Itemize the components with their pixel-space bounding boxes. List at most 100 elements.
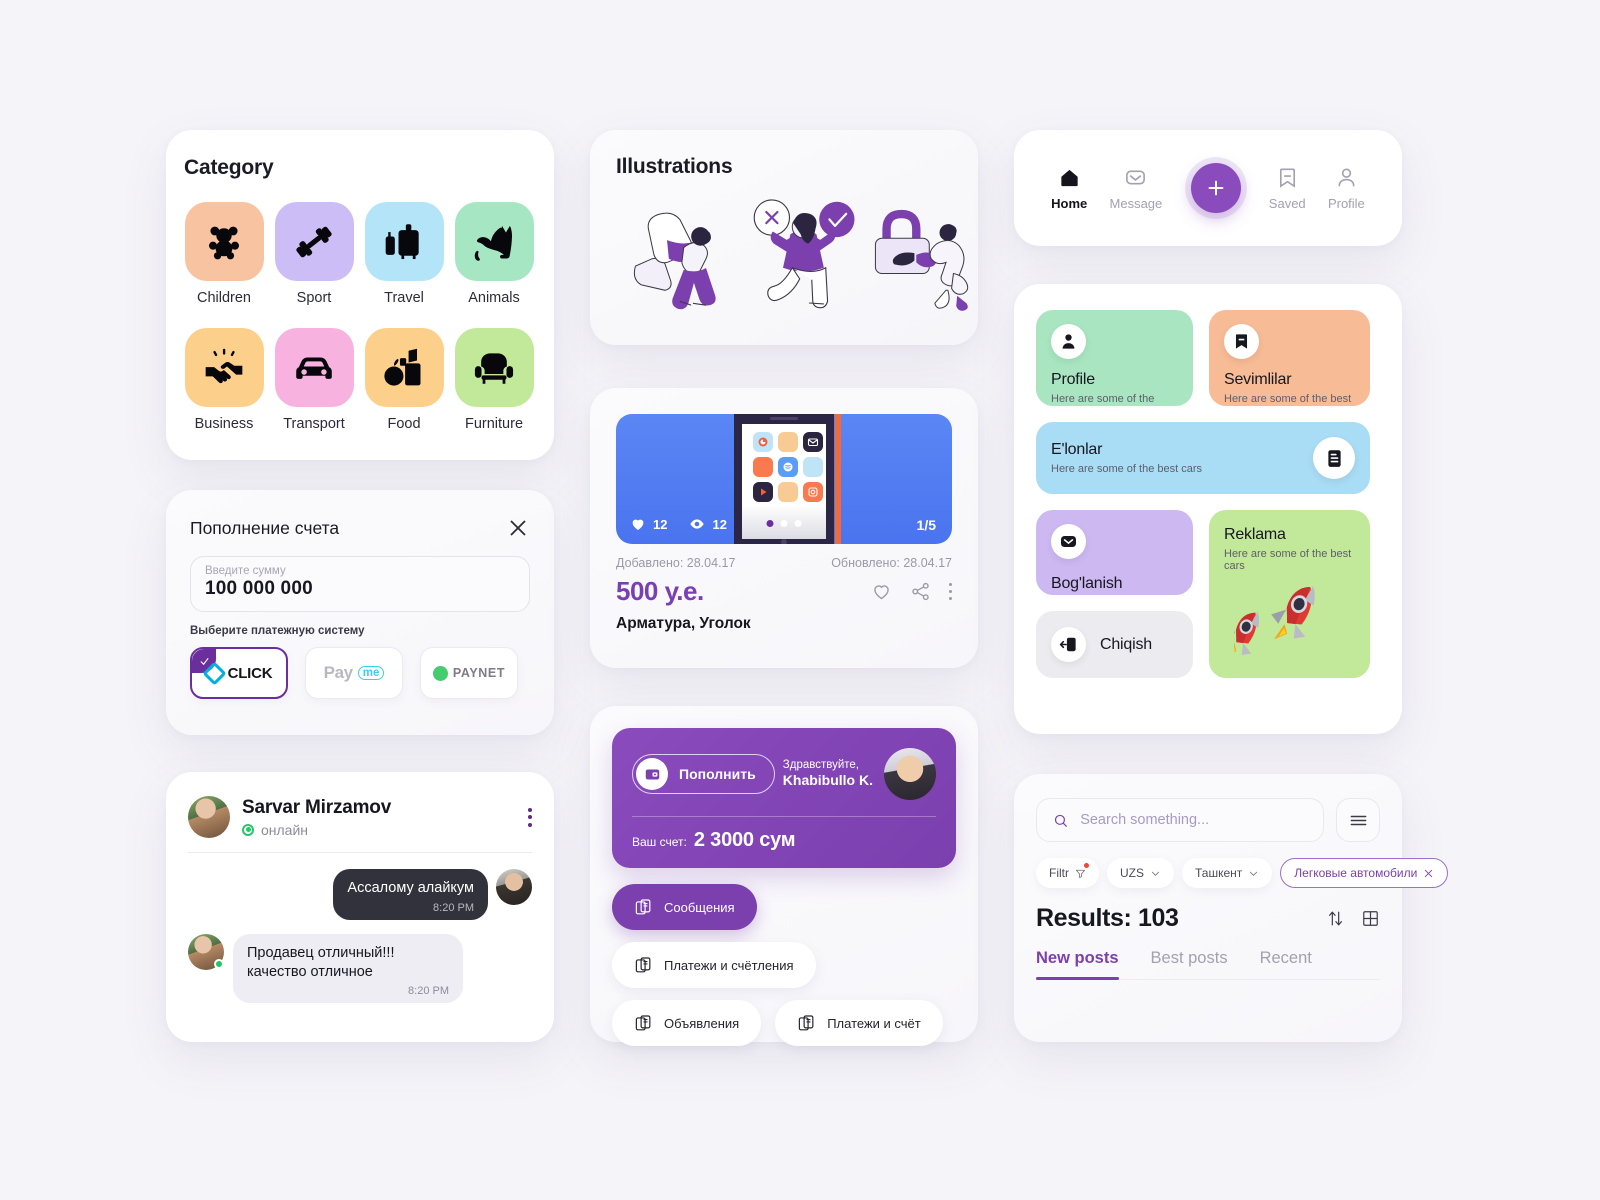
- tile-text-block: E'lonlar Here are some of the best cars: [1051, 441, 1202, 475]
- listing-title: Арматура, Уголок: [616, 615, 751, 632]
- category-item-animals[interactable]: Animals: [454, 202, 534, 306]
- tab-best-posts[interactable]: Best posts: [1151, 949, 1228, 979]
- menu-tile-favorites[interactable]: Sevimlilar Here are some of the best car…: [1209, 310, 1370, 406]
- online-indicator: [214, 959, 224, 970]
- cat-icon: [474, 225, 513, 261]
- wallet-action-ads[interactable]: Объявления: [612, 1000, 762, 1046]
- chip-filtr[interactable]: Filtr: [1036, 858, 1099, 888]
- topup-button[interactable]: Пополнить: [632, 754, 775, 794]
- close-icon: [510, 520, 526, 536]
- category-tile: [454, 328, 534, 407]
- category-tile: [274, 202, 354, 281]
- category-item-food[interactable]: Food: [364, 328, 444, 432]
- tab-recent[interactable]: Recent: [1260, 949, 1312, 979]
- category-item-sport[interactable]: Sport: [274, 202, 354, 306]
- topup-button-label: Пополнить: [679, 766, 756, 782]
- payment-option-payme[interactable]: Pay me: [305, 647, 403, 699]
- chip-city[interactable]: Ташкент: [1182, 858, 1273, 888]
- message-bubble: Продавец отличный!!! качество отличное 8…: [233, 934, 463, 1004]
- payment-systems-hint: Выберите платежную систему: [190, 625, 365, 637]
- tile-title: Reklama: [1224, 526, 1286, 543]
- wallet-action-payments-accounts[interactable]: Платежи и счётления: [612, 942, 816, 988]
- nav-item-profile[interactable]: Profile: [1328, 166, 1365, 211]
- category-item-business[interactable]: Business: [184, 328, 264, 432]
- payment-option-click[interactable]: CLICK: [190, 647, 288, 699]
- greeting-label: Здравствуйте,: [782, 759, 859, 772]
- documents-icon: [635, 1014, 651, 1030]
- search-input[interactable]: [1080, 812, 1307, 828]
- search-box[interactable]: [1036, 798, 1324, 842]
- chat-message-outgoing: Ассалому алайкум 8:20 PM: [188, 869, 532, 921]
- close-button[interactable]: [506, 516, 530, 540]
- category-tile: [184, 202, 264, 281]
- nav-item-message[interactable]: Message: [1109, 166, 1163, 211]
- category-item-transport[interactable]: Transport: [274, 328, 354, 432]
- nav-label: Message: [1109, 195, 1163, 211]
- topup-title: Пополнение счета: [190, 517, 340, 538]
- amount-value: 100 000 000: [205, 578, 313, 599]
- search-results-card: Filtr UZS Ташкент Легковые автомобили Re…: [1014, 774, 1449, 1042]
- category-item-furniture[interactable]: Furniture: [454, 328, 534, 432]
- listing-more-button[interactable]: [948, 582, 952, 601]
- nav-label: Home: [1051, 195, 1088, 211]
- amount-field[interactable]: Введите сумму 100 000 000: [190, 556, 530, 612]
- phone-home-indicator: [781, 539, 787, 544]
- category-label: Animals: [468, 290, 520, 306]
- payment-systems-row: CLICK Pay me PAYNET: [190, 647, 530, 699]
- listing-photo[interactable]: 12 12 1/5: [616, 414, 952, 544]
- filter-menu-button[interactable]: [1336, 798, 1380, 842]
- app-icon-music: [778, 457, 798, 477]
- category-label: Transport: [283, 416, 345, 432]
- nav-item-home[interactable]: Home: [1051, 166, 1087, 211]
- category-item-children[interactable]: Children: [184, 202, 264, 306]
- avatar: [188, 796, 230, 838]
- menu-tile-contact[interactable]: Bog'lanish: [1036, 510, 1193, 595]
- menu-tile-profile[interactable]: Profile Here are some of the best cars: [1036, 310, 1193, 406]
- tab-new-posts[interactable]: New posts: [1036, 949, 1119, 981]
- balance-row: Ваш счет: 2 3000 сум: [632, 829, 936, 852]
- menu-tile-ads[interactable]: E'lonlar Here are some of the best cars: [1036, 422, 1370, 494]
- chevron-down-icon: [1250, 871, 1258, 876]
- favorite-heart-icon[interactable]: [871, 581, 892, 602]
- chat-user-block: Sarvar Mirzamov онлайн: [242, 797, 391, 838]
- carousel-dots[interactable]: [766, 520, 802, 527]
- message-text: Продавец отличный!!! качество отличное: [247, 945, 395, 981]
- bookmark-icon: [1279, 168, 1295, 188]
- dumbbell-icon: [296, 226, 332, 257]
- category-item-travel[interactable]: Travel: [364, 202, 444, 306]
- category-label: Travel: [384, 290, 424, 306]
- tile-title: Bog'lanish: [1051, 575, 1123, 592]
- category-tile: [364, 328, 444, 407]
- wallet-actions: Сообщения Платежи и счётления Объявления…: [612, 884, 956, 1046]
- listing-meta: Добавлено: 28.04.17 Обновлено: 28.04.17: [616, 556, 952, 570]
- wallet-action-payments[interactable]: Платежи и счёт: [775, 1000, 943, 1046]
- sort-arrows-icon[interactable]: [1326, 909, 1345, 928]
- menu-tile-reklama[interactable]: Reklama Here are some of the best cars: [1209, 510, 1370, 678]
- chat-more-button[interactable]: [528, 807, 532, 827]
- hamburger-icon: [1350, 815, 1366, 825]
- chip-category[interactable]: Легковые автомобили: [1280, 858, 1449, 888]
- document-icon: [1327, 449, 1341, 467]
- wallet-action-messages[interactable]: Сообщения: [612, 884, 757, 930]
- wallet-action-label: Платежи и счёт: [827, 1015, 921, 1031]
- payment-option-label: CLICK: [227, 664, 273, 682]
- car-icon: [296, 357, 332, 379]
- search-icon: [1054, 814, 1067, 827]
- menu-tile-logout[interactable]: Chiqish: [1036, 611, 1193, 678]
- payment-option-label: PAYNET: [452, 666, 506, 680]
- luggage-icon: [385, 223, 419, 259]
- avatar: [496, 869, 532, 905]
- illustrations-card: Illustrations: [590, 130, 978, 345]
- illustration-person-with-pillow: [633, 212, 716, 310]
- avatar[interactable]: [884, 748, 936, 800]
- message-time: 8:20 PM: [408, 985, 449, 998]
- payment-option-paynet[interactable]: PAYNET: [420, 647, 518, 699]
- chip-currency[interactable]: UZS: [1107, 858, 1174, 888]
- grid-view-icon[interactable]: [1361, 909, 1380, 928]
- category-label: Business: [194, 416, 254, 432]
- rocket-icon: [1234, 585, 1315, 656]
- wallet-action-label: Сообщения: [664, 899, 735, 915]
- add-button[interactable]: [1190, 163, 1241, 213]
- share-icon[interactable]: [910, 581, 931, 602]
- nav-item-saved[interactable]: Saved: [1269, 166, 1306, 211]
